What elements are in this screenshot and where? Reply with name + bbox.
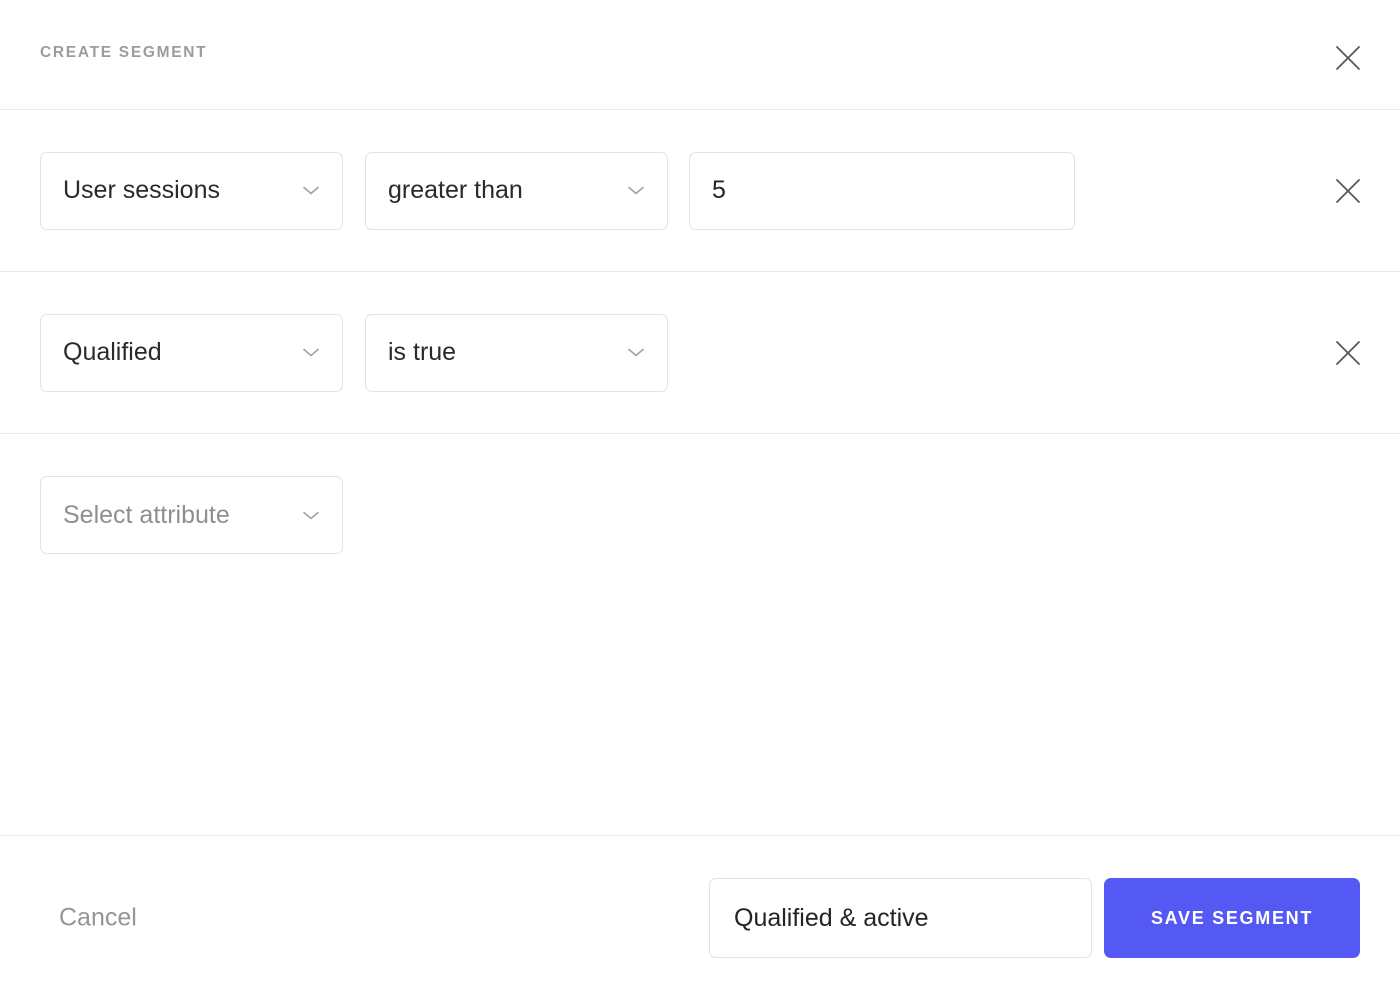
attribute-select-new[interactable]: Select attribute <box>40 476 343 554</box>
chevron-down-icon <box>303 348 319 357</box>
attribute-select[interactable]: User sessions <box>40 151 343 230</box>
chevron-down-icon <box>628 348 644 357</box>
attribute-select-new-label: Select attribute <box>63 500 230 529</box>
segment-name-input[interactable]: Qualified & active <box>709 878 1092 958</box>
chevron-down-icon <box>628 186 644 195</box>
save-segment-button[interactable]: SAVE SEGMENT <box>1104 878 1360 958</box>
attribute-select-label: User sessions <box>63 176 220 204</box>
operator-select-label: greater than <box>388 176 523 204</box>
operator-select-label: is true <box>388 338 457 366</box>
operator-select[interactable]: is true <box>365 313 668 392</box>
cancel-button[interactable]: Cancel <box>59 905 137 931</box>
create-segment-modal: CREATE SEGMENT User sessions greater tha… <box>0 0 1400 1000</box>
rule-row: Qualified is true <box>0 272 1400 434</box>
page-title: CREATE SEGMENT <box>40 44 208 61</box>
segment-name-value: Qualified & active <box>734 903 929 932</box>
attribute-select-label: Qualified <box>63 338 162 366</box>
remove-rule-icon[interactable] <box>1332 337 1364 369</box>
rule-row-new: Select attribute <box>0 434 1400 596</box>
rule-row: User sessions greater than 5 <box>0 110 1400 272</box>
operator-select[interactable]: greater than <box>365 151 668 230</box>
value-input-text: 5 <box>712 176 726 204</box>
chevron-down-icon <box>303 186 319 195</box>
remove-rule-icon[interactable] <box>1332 175 1364 207</box>
modal-header: CREATE SEGMENT <box>0 0 1400 110</box>
modal-footer: Cancel Qualified & active SAVE SEGMENT <box>0 835 1400 1000</box>
value-input[interactable]: 5 <box>689 151 1075 230</box>
chevron-down-icon <box>303 511 319 519</box>
rules-list: User sessions greater than 5 Qualified i… <box>0 110 1400 835</box>
attribute-select[interactable]: Qualified <box>40 313 343 392</box>
close-icon[interactable] <box>1332 42 1364 74</box>
